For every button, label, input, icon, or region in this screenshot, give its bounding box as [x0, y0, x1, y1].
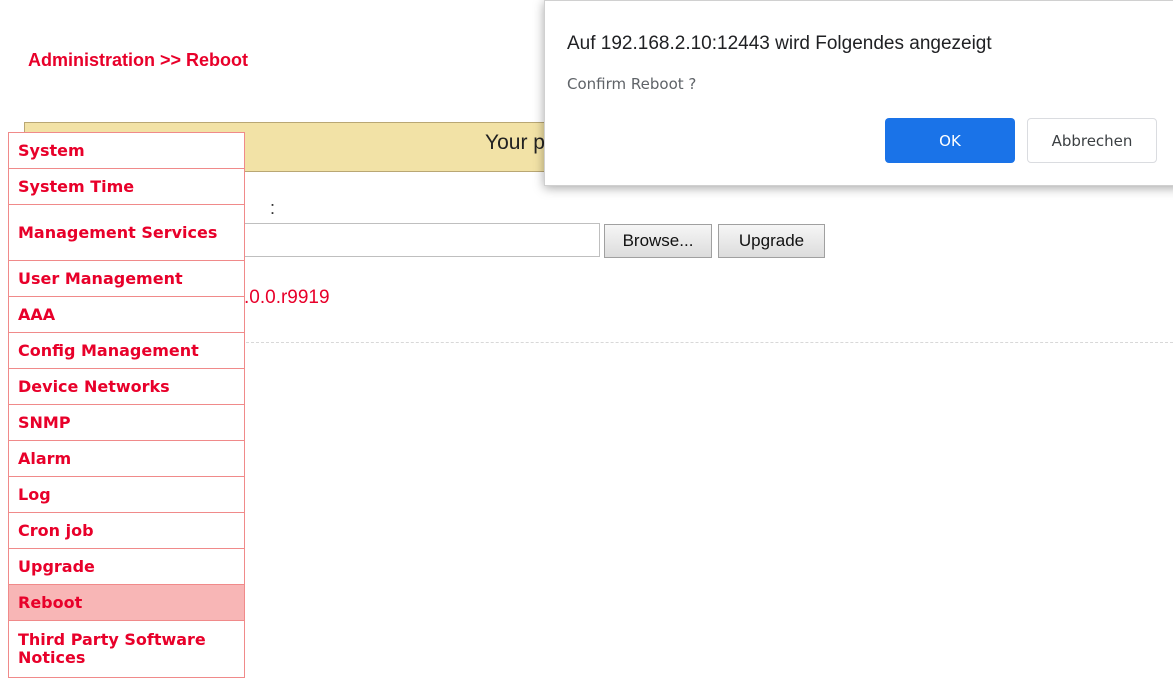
dialog-message: Confirm Reboot ?	[567, 75, 697, 93]
sidebar-item-aaa[interactable]: AAA	[9, 297, 244, 333]
upgrade-file-label: :	[270, 198, 276, 218]
confirm-dialog: Auf 192.168.2.10:12443 wird Folgendes an…	[544, 0, 1173, 186]
firmware-file-input[interactable]	[236, 223, 600, 257]
section-divider	[246, 342, 1173, 343]
sidebar-item-system[interactable]: System	[9, 133, 244, 169]
firmware-version: .0.0.r9919	[244, 287, 330, 308]
sidebar-item-alarm[interactable]: Alarm	[9, 441, 244, 477]
cancel-button[interactable]: Abbrechen	[1027, 118, 1157, 163]
ok-button[interactable]: OK	[885, 118, 1015, 163]
sidebar-item-snmp[interactable]: SNMP	[9, 405, 244, 441]
sidebar-item-third-party-notices[interactable]: Third Party Software Notices	[9, 621, 244, 677]
sidebar-item-upgrade[interactable]: Upgrade	[9, 549, 244, 585]
upgrade-button[interactable]: Upgrade	[718, 224, 825, 258]
breadcrumb: Administration >> Reboot	[28, 50, 249, 70]
browse-button[interactable]: Browse...	[604, 224, 712, 258]
sidebar-item-user-management[interactable]: User Management	[9, 261, 244, 297]
sidebar-item-device-networks[interactable]: Device Networks	[9, 369, 244, 405]
sidebar-item-cron-job[interactable]: Cron job	[9, 513, 244, 549]
sidebar-item-log[interactable]: Log	[9, 477, 244, 513]
sidebar-item-reboot[interactable]: Reboot	[9, 585, 244, 621]
dialog-title: Auf 192.168.2.10:12443 wird Folgendes an…	[567, 33, 992, 54]
sidebar-menu: System System Time Management Services U…	[8, 132, 245, 678]
sidebar-item-config-management[interactable]: Config Management	[9, 333, 244, 369]
sidebar-item-system-time[interactable]: System Time	[9, 169, 244, 205]
sidebar-item-management-services[interactable]: Management Services	[9, 205, 244, 261]
